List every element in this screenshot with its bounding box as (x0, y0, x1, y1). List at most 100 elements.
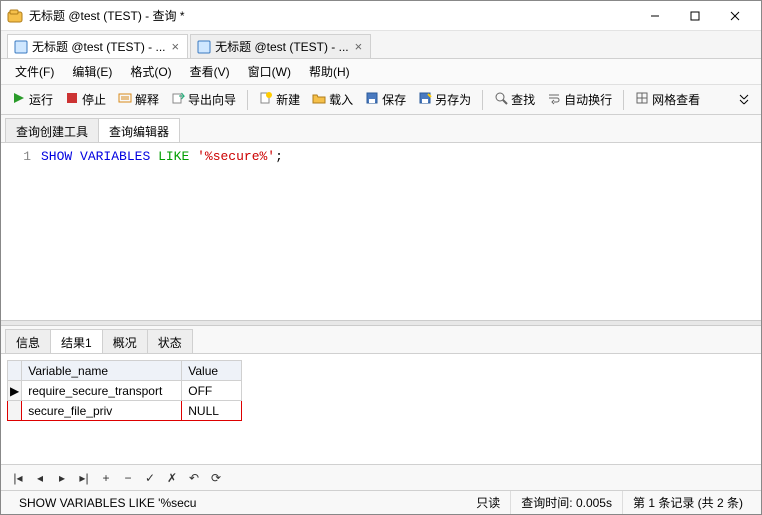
grid-view-button[interactable]: 网格查看 (630, 88, 705, 111)
query-icon (197, 40, 211, 54)
document-tabstrip: 无标题 @test (TEST) - ... × 无标题 @test (TEST… (1, 31, 761, 59)
column-header[interactable]: Value (182, 361, 242, 381)
next-button[interactable]: ▸ (53, 469, 71, 487)
commit-button[interactable]: ✓ (141, 469, 159, 487)
status-sql: SHOW VARIABLES LIKE '%secu (9, 491, 466, 514)
tab-query-builder[interactable]: 查询创建工具 (5, 118, 99, 142)
delete-button[interactable]: − (119, 469, 137, 487)
load-button[interactable]: 载入 (307, 88, 358, 111)
result-tabs: 信息 结果1 概况 状态 (1, 326, 761, 354)
refresh-button[interactable]: ⟳ (207, 469, 225, 487)
wrap-icon (547, 91, 561, 108)
doc-tab-label: 无标题 @test (TEST) - ... (32, 38, 166, 55)
result-grid-panel: Variable_name Value ▶ require_secure_tra… (1, 354, 761, 464)
export-icon (171, 91, 185, 108)
status-records: 第 1 条记录 (共 2 条) (623, 491, 753, 514)
code-line: SHOW VARIABLES LIKE '%secure%'; (41, 149, 283, 314)
cell-value[interactable]: OFF (182, 381, 242, 401)
close-icon[interactable]: × (170, 39, 182, 54)
button-label: 运行 (29, 91, 53, 108)
menu-file[interactable]: 文件(F) (11, 60, 58, 83)
tab-info[interactable]: 信息 (5, 329, 51, 353)
button-label: 解释 (135, 91, 159, 108)
menu-view[interactable]: 查看(V) (186, 60, 234, 83)
grid-header-row: Variable_name Value (8, 361, 242, 381)
undo-button[interactable]: ↶ (185, 469, 203, 487)
first-button[interactable]: |◂ (9, 469, 27, 487)
row-marker-header (8, 361, 22, 381)
row-marker: ▶ (8, 381, 22, 401)
export-wizard-button[interactable]: 导出向导 (166, 88, 241, 111)
button-label: 保存 (382, 91, 406, 108)
button-label: 网格查看 (652, 91, 700, 108)
save-as-icon (418, 91, 432, 108)
menubar: 文件(F) 编辑(E) 格式(O) 查看(V) 窗口(W) 帮助(H) (1, 59, 761, 85)
doc-tab-1[interactable]: 无标题 @test (TEST) - ... × (7, 34, 188, 58)
tab-result1[interactable]: 结果1 (50, 329, 103, 353)
result-grid[interactable]: Variable_name Value ▶ require_secure_tra… (7, 360, 242, 421)
add-button[interactable]: + (97, 469, 115, 487)
string-literal: '%secure%' (197, 149, 275, 164)
last-button[interactable]: ▸| (75, 469, 93, 487)
stop-button[interactable]: 停止 (60, 88, 111, 111)
button-label: 另存为 (435, 91, 471, 108)
close-icon[interactable]: × (353, 39, 365, 54)
toolbar-separator (247, 90, 248, 110)
word-wrap-button[interactable]: 自动换行 (542, 88, 617, 111)
tab-status[interactable]: 状态 (147, 329, 193, 353)
query-icon (14, 40, 28, 54)
menu-format[interactable]: 格式(O) (126, 60, 175, 83)
play-icon (12, 91, 26, 108)
maximize-button[interactable] (675, 2, 715, 30)
search-icon (494, 91, 508, 108)
button-label: 自动换行 (564, 91, 612, 108)
line-number: 1 (23, 149, 31, 164)
cell-value[interactable]: NULL (182, 401, 242, 421)
row-marker (8, 401, 22, 421)
new-icon (259, 91, 273, 108)
toolbar-overflow[interactable] (733, 91, 755, 108)
prev-button[interactable]: ◂ (31, 469, 49, 487)
menu-help[interactable]: 帮助(H) (305, 60, 354, 83)
toolbar-separator (623, 90, 624, 110)
menu-edit[interactable]: 编辑(E) (68, 60, 116, 83)
explain-button[interactable]: 解释 (113, 88, 164, 111)
button-label: 导出向导 (188, 91, 236, 108)
window-controls (635, 2, 755, 30)
table-row[interactable]: ▶ require_secure_transport OFF (8, 381, 242, 401)
status-time: 查询时间: 0.005s (511, 491, 623, 514)
doc-tab-2[interactable]: 无标题 @test (TEST) - ... × (190, 34, 371, 58)
toolbar: 运行 停止 解释 导出向导 新建 载入 保存 另存为 查找 自动换行 网格查看 (1, 85, 761, 115)
run-button[interactable]: 运行 (7, 88, 58, 111)
folder-icon (312, 91, 326, 108)
app-icon (7, 8, 23, 24)
tab-query-editor[interactable]: 查询编辑器 (98, 118, 180, 142)
cancel-button[interactable]: ✗ (163, 469, 181, 487)
menu-window[interactable]: 窗口(W) (244, 60, 295, 83)
editor-subtabs: 查询创建工具 查询编辑器 (1, 115, 761, 143)
window-title: 无标题 @test (TEST) - 查询 * (29, 7, 635, 24)
new-button[interactable]: 新建 (254, 88, 305, 111)
cell-variable-name[interactable]: require_secure_transport (22, 381, 182, 401)
sql-editor[interactable]: 1 SHOW VARIABLES LIKE '%secure%'; (1, 143, 761, 320)
table-row[interactable]: secure_file_priv NULL (8, 401, 242, 421)
button-label: 停止 (82, 91, 106, 108)
grid-icon (635, 91, 649, 108)
cell-variable-name[interactable]: secure_file_priv (22, 401, 182, 421)
toolbar-separator (482, 90, 483, 110)
record-nav-toolbar: |◂ ◂ ▸ ▸| + − ✓ ✗ ↶ ⟳ (1, 464, 761, 490)
close-button[interactable] (715, 2, 755, 30)
minimize-button[interactable] (635, 2, 675, 30)
button-label: 新建 (276, 91, 300, 108)
find-button[interactable]: 查找 (489, 88, 540, 111)
tab-summary[interactable]: 概况 (102, 329, 148, 353)
save-icon (365, 91, 379, 108)
status-readonly: 只读 (466, 491, 511, 514)
column-header[interactable]: Variable_name (22, 361, 182, 381)
line-gutter: 1 (1, 149, 41, 314)
doc-tab-label: 无标题 @test (TEST) - ... (215, 38, 349, 55)
save-button[interactable]: 保存 (360, 88, 411, 111)
keyword: VARIABLES (80, 149, 150, 164)
keyword: LIKE (158, 149, 189, 164)
save-as-button[interactable]: 另存为 (413, 88, 476, 111)
